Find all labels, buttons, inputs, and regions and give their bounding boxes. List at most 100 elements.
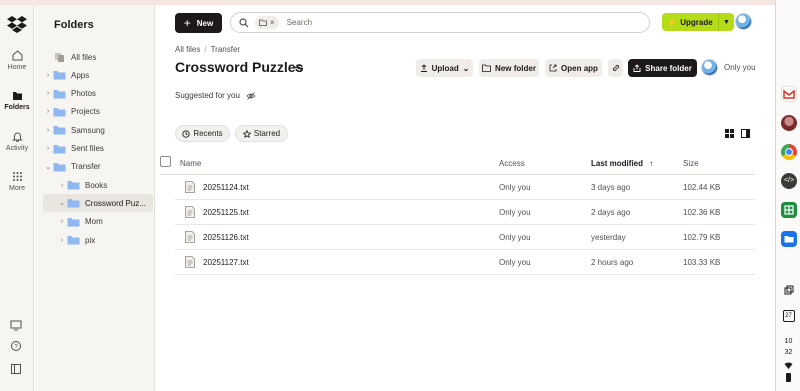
share-icon — [633, 64, 641, 72]
wifi-icon[interactable] — [776, 362, 800, 371]
search-input[interactable]: Search — [287, 18, 312, 27]
search-bar[interactable]: × Search — [230, 12, 650, 33]
chevron-right-icon[interactable]: › — [43, 108, 53, 115]
files-icon[interactable] — [781, 231, 797, 247]
folder-icon — [67, 217, 80, 227]
plus-icon: + — [183, 16, 191, 30]
account-avatar[interactable] — [735, 13, 752, 30]
screenshot-icon[interactable] — [776, 285, 800, 297]
table-row[interactable]: 20251124.txt Only you 3 days ago 102.44 KB — [175, 175, 755, 200]
rail-more-label: More — [9, 185, 25, 192]
gmail-icon[interactable] — [781, 86, 797, 102]
search-scope-chip[interactable]: × — [255, 16, 279, 29]
folder-icon — [67, 236, 80, 245]
column-size[interactable]: Size — [683, 159, 699, 168]
suggested-section: Suggested for you — [175, 91, 256, 100]
chevron-right-icon[interactable]: › — [43, 145, 53, 152]
grid-view-icon[interactable] — [725, 129, 734, 138]
chevron-right-icon[interactable]: › — [43, 127, 53, 134]
file-modified: yesterday — [591, 233, 626, 242]
panel-toggle-icon[interactable] — [8, 361, 24, 377]
new-button[interactable]: + New — [175, 13, 222, 33]
open-app-button[interactable]: Open app — [545, 59, 602, 77]
select-all-checkbox[interactable] — [160, 156, 171, 167]
file-modified: 2 hours ago — [591, 258, 634, 267]
table-row[interactable]: 20251126.txt Only you yesterday 102.79 KB — [175, 225, 755, 250]
rail-home[interactable]: Home — [0, 50, 34, 71]
folder-tree-item[interactable]: › Projects — [43, 103, 153, 121]
folder-tree-item[interactable]: › Apps — [43, 66, 153, 84]
table-row[interactable]: 20251125.txt Only you 2 days ago 102.36 KB — [175, 200, 755, 225]
new-folder-button[interactable]: New folder — [479, 59, 539, 77]
file-size: 103.33 KB — [683, 258, 721, 267]
rail-folders[interactable]: Folders — [0, 90, 34, 111]
file-modified: 2 days ago — [591, 208, 631, 217]
rail-activity[interactable]: Activity — [0, 131, 34, 152]
chevron-right-icon[interactable]: › — [43, 90, 53, 97]
code-icon[interactable]: </> — [781, 173, 797, 189]
copy-link-button[interactable] — [608, 59, 623, 77]
folder-tree-item[interactable]: › pix — [43, 231, 153, 249]
starred-filter[interactable]: Starred — [235, 125, 288, 142]
rail-more[interactable]: More — [0, 171, 34, 192]
details-pane-icon[interactable] — [741, 129, 750, 138]
help-icon[interactable]: ? — [8, 338, 24, 354]
eye-off-icon[interactable] — [246, 91, 256, 100]
breadcrumb: All files / Transfer — [175, 45, 241, 54]
file-size: 102.44 KB — [683, 183, 721, 192]
folder-icon — [53, 162, 66, 172]
file-name[interactable]: 20251127.txt — [203, 258, 249, 267]
folder-tree-item[interactable]: › Samsung — [43, 121, 153, 139]
table-header: Name Access Last modified ↑ Size — [160, 155, 755, 175]
dropbox-logo-icon[interactable] — [7, 15, 27, 33]
chevron-right-icon[interactable]: › — [57, 218, 67, 225]
column-name[interactable]: Name — [180, 159, 201, 168]
rail-home-label: Home — [7, 64, 27, 71]
folder-icon — [53, 144, 66, 153]
folder-tree-item[interactable]: All files — [43, 48, 153, 66]
column-last-modified[interactable]: Last modified ↑ — [591, 159, 653, 168]
folder-icon — [67, 181, 80, 190]
file-name[interactable]: 20251126.txt — [203, 233, 249, 242]
close-icon[interactable]: × — [270, 18, 275, 27]
share-folder-button[interactable]: Share folder — [628, 59, 697, 77]
upload-button[interactable]: Upload ⌄ — [416, 59, 473, 77]
chevron-right-icon[interactable]: › — [43, 72, 53, 79]
page-title: Crossword Puzzles — [175, 59, 304, 75]
folders-panel: Folders All files › Apps › Photos › Projects › S… — [35, 5, 155, 391]
upgrade-button[interactable]: ⚡ Upgrade ▼ — [662, 13, 734, 31]
grid-icon — [12, 172, 22, 181]
column-access[interactable]: Access — [499, 159, 525, 168]
new-button-label: New — [196, 18, 214, 28]
folder-tree-label: Mom — [85, 217, 103, 227]
bell-icon — [11, 132, 23, 142]
folder-tree-item[interactable]: ⌄ Transfer — [43, 158, 153, 176]
folder-tree-item[interactable]: › Sent files — [43, 140, 153, 158]
breadcrumb-all-files[interactable]: All files — [175, 45, 200, 54]
os-dock: </> 27 10 32 — [775, 0, 800, 391]
avatar-icon[interactable] — [781, 115, 797, 131]
file-name[interactable]: 20251125.txt — [203, 208, 249, 217]
chevron-right-icon[interactable]: › — [57, 182, 67, 189]
table-row[interactable]: 20251127.txt Only you 2 hours ago 103.33 KB — [175, 250, 755, 275]
monitor-icon[interactable] — [8, 317, 24, 333]
folder-tree-item[interactable]: › Mom — [43, 213, 153, 231]
recents-filter[interactable]: Recents — [175, 125, 230, 142]
folder-tree-item[interactable]: › Photos — [43, 85, 153, 103]
calendar-icon[interactable]: 27 — [776, 310, 800, 322]
sheets-icon[interactable] — [781, 202, 797, 218]
folder-icon — [53, 107, 66, 117]
chrome-icon[interactable] — [781, 144, 797, 160]
gear-icon[interactable] — [294, 63, 304, 73]
member-avatar[interactable] — [701, 59, 718, 76]
chevron-right-icon[interactable]: › — [57, 237, 67, 244]
battery-icon[interactable] — [776, 373, 800, 382]
folder-tree-item[interactable]: ⌄ Crossword Puz... — [43, 194, 153, 213]
folder-scope-icon — [259, 19, 267, 26]
chevron-down-icon[interactable]: ⌄ — [43, 163, 53, 171]
chevron-down-icon[interactable]: ▼ — [719, 13, 734, 31]
chevron-down-icon[interactable]: ⌄ — [57, 199, 67, 207]
breadcrumb-transfer[interactable]: Transfer — [211, 45, 241, 54]
folder-tree-item[interactable]: › Books — [43, 176, 153, 194]
file-name[interactable]: 20251124.txt — [203, 183, 249, 192]
